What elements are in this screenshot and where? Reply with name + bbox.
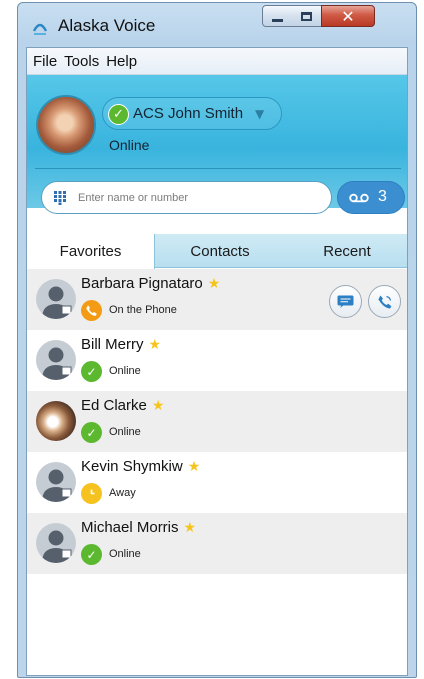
maximize-button[interactable] [292, 5, 322, 27]
person-placeholder-icon [36, 523, 76, 563]
person-placeholder-icon [36, 279, 76, 319]
dialpad-icon[interactable] [54, 191, 66, 205]
online-status-icon: ✓ [81, 544, 102, 565]
window-title: Alaska Voice [58, 16, 156, 35]
online-status-icon: ✓ [81, 361, 102, 382]
star-icon[interactable]: ★ [184, 520, 197, 536]
voicemail-icon [349, 193, 369, 203]
contact-status: Online [109, 365, 141, 377]
chevron-down-icon: ▼ [255, 107, 265, 121]
menu-bar: File Tools Help [27, 48, 407, 75]
person-placeholder-icon [36, 340, 76, 380]
close-icon: ✕ [341, 6, 355, 26]
message-icon [337, 295, 354, 308]
star-icon[interactable]: ★ [149, 337, 162, 353]
online-status-icon: ✓ [81, 422, 102, 443]
contact-row[interactable]: Barbara Pignataro ★ On the Phone [27, 269, 407, 330]
message-button[interactable] [329, 285, 362, 318]
contact-avatar-photo [36, 401, 76, 441]
contact-row[interactable]: Kevin Shymkiw ★ Away [27, 452, 407, 513]
client-area: File Tools Help ✓ ACS John Smith ▼ Onlin… [26, 47, 408, 676]
contact-status: On the Phone [109, 304, 177, 316]
search-input[interactable] [78, 188, 318, 208]
contact-row[interactable]: Michael Morris ★ ✓ Online [27, 513, 407, 574]
contact-status: Away [109, 487, 136, 499]
user-name: ACS John Smith [133, 105, 244, 122]
star-icon[interactable]: ★ [208, 276, 221, 292]
contact-row[interactable]: Bill Merry ★ ✓ Online [27, 330, 407, 391]
star-icon[interactable]: ★ [188, 459, 201, 475]
minimize-button[interactable] [262, 5, 293, 27]
close-button[interactable]: ✕ [321, 5, 375, 27]
away-status-icon [81, 483, 102, 504]
favorites-list: Barbara Pignataro ★ On the Phone Bill Me… [27, 269, 407, 574]
app-logo-icon [32, 23, 48, 35]
title-bar[interactable]: Alaska Voice ✕ [18, 3, 416, 47]
contact-avatar [36, 462, 76, 502]
user-avatar[interactable] [36, 95, 96, 155]
contact-avatar [36, 279, 76, 319]
menu-tools[interactable]: Tools [64, 53, 99, 70]
search-box[interactable] [41, 181, 332, 214]
profile-panel: ✓ ACS John Smith ▼ Online Enter name or … [27, 75, 407, 214]
star-icon[interactable]: ★ [152, 398, 165, 414]
tab-recent[interactable]: Recent [285, 234, 407, 268]
menu-file[interactable]: File [33, 53, 57, 70]
divider [35, 168, 401, 169]
phone-status-icon [81, 300, 102, 321]
app-window: Alaska Voice ✕ File Tools Help ✓ ACS Joh… [17, 2, 417, 678]
person-placeholder-icon [36, 462, 76, 502]
phone-icon [377, 295, 391, 309]
tab-bar: Favorites Contacts Recent [27, 234, 407, 269]
call-button[interactable] [368, 285, 401, 318]
presence-selector[interactable]: ✓ ACS John Smith ▼ [102, 97, 282, 130]
menu-help[interactable]: Help [106, 53, 137, 70]
online-status-icon: ✓ [108, 104, 129, 125]
contact-status: Online [109, 426, 141, 438]
contact-name: Bill Merry ★ [81, 336, 162, 353]
contact-name: Barbara Pignataro ★ [81, 275, 221, 292]
contact-avatar [36, 340, 76, 380]
tab-contacts[interactable]: Contacts [155, 234, 285, 268]
contact-name: Ed Clarke ★ [81, 397, 165, 414]
clock-icon [90, 489, 95, 495]
voicemail-count: 3 [378, 188, 387, 205]
phone-icon [86, 305, 97, 316]
contact-row[interactable]: Ed Clarke ★ ✓ Online [27, 391, 407, 452]
contact-name: Kevin Shymkiw ★ [81, 458, 201, 475]
contact-status: Online [109, 548, 141, 560]
contact-actions [329, 285, 401, 318]
user-status-text: Online [109, 137, 150, 153]
tab-favorites[interactable]: Favorites [27, 234, 155, 269]
maximize-icon [301, 11, 312, 21]
minimize-icon [272, 18, 283, 22]
contact-name: Michael Morris ★ [81, 519, 197, 536]
contact-avatar [36, 523, 76, 563]
voicemail-button[interactable]: 3 [337, 181, 405, 214]
